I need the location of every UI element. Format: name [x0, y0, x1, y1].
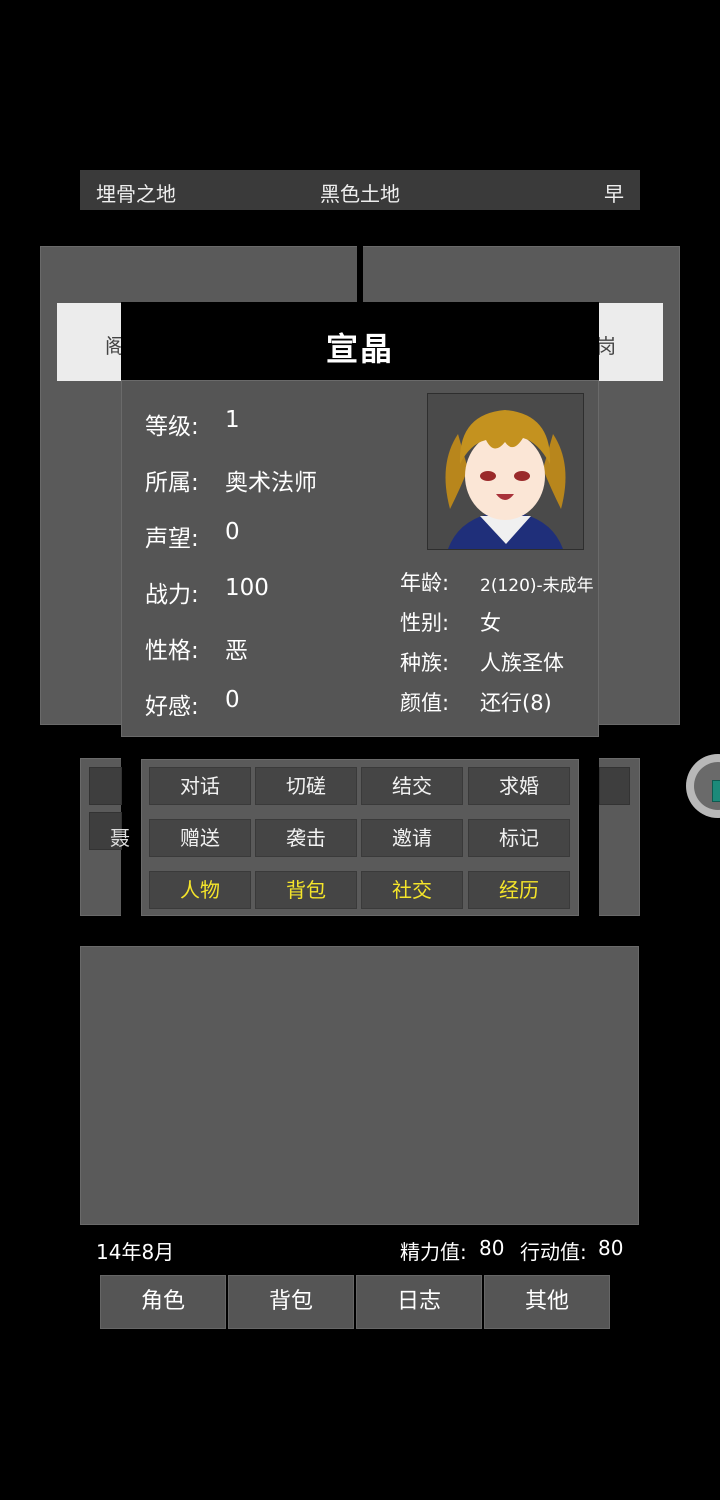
race-value: 人族圣体: [480, 651, 564, 675]
tab-backpack[interactable]: 背包: [255, 871, 357, 909]
nav-backpack-button[interactable]: 背包: [228, 1275, 354, 1329]
talk-button[interactable]: 对话: [149, 767, 251, 805]
looks-value: 还行(8): [480, 691, 552, 715]
character-name: 宣晶: [325, 330, 394, 368]
spar-button[interactable]: 切磋: [255, 767, 357, 805]
age-label: 年龄:: [400, 571, 450, 595]
background-tab-right-label: 岗: [596, 334, 616, 358]
energy-label: 精力值:: [400, 1240, 467, 1264]
favor-value: 0: [225, 687, 240, 713]
background-tab-left[interactable]: 阁: [57, 303, 127, 381]
personality-label: 性格:: [145, 638, 199, 664]
character-dialog-header: 宣晶: [121, 302, 599, 380]
tab-character[interactable]: 人物: [149, 871, 251, 909]
character-portrait: [427, 393, 584, 550]
mark-button[interactable]: 标记: [468, 819, 570, 857]
location-name: 埋骨之地: [96, 182, 176, 206]
faction-label: 所属:: [145, 470, 199, 496]
background-button-right-1[interactable]: [599, 767, 630, 805]
background-tab-right[interactable]: 岗: [595, 303, 663, 381]
gender-label: 性别:: [400, 611, 450, 635]
level-label: 等级:: [145, 414, 199, 440]
cube-icon: [712, 780, 720, 802]
terrain-name: 黑色土地: [320, 182, 400, 206]
message-log-area: [80, 946, 639, 1225]
portrait-image: [445, 410, 566, 549]
action-points-label: 行动值:: [520, 1240, 587, 1264]
befriend-button[interactable]: 结交: [361, 767, 463, 805]
age-value: 2(120)-未成年: [480, 576, 594, 596]
gender-value: 女: [480, 611, 501, 635]
nav-journal-button[interactable]: 日志: [356, 1275, 482, 1329]
personality-value: 恶: [225, 638, 248, 664]
floating-menu-inner: [694, 762, 720, 810]
tab-experience[interactable]: 经历: [468, 871, 570, 909]
power-value: 100: [225, 575, 269, 601]
nav-other-button[interactable]: 其他: [484, 1275, 610, 1329]
floating-menu-button[interactable]: [686, 754, 720, 818]
game-date: 14年8月: [96, 1240, 175, 1264]
action-grid: 对话 切磋 结交 求婚 赠送 袭击 邀请 标记 人物 背包 社交 经历: [141, 759, 579, 916]
attack-button[interactable]: 袭击: [255, 819, 357, 857]
faction-value: 奥术法师: [225, 470, 317, 496]
reputation-value: 0: [225, 519, 240, 545]
gift-button[interactable]: 赠送: [149, 819, 251, 857]
nav-character-button[interactable]: 角色: [100, 1275, 226, 1329]
tab-social[interactable]: 社交: [361, 871, 463, 909]
location-bar: 埋骨之地 黑色土地 早: [80, 170, 640, 210]
background-button-left-label: 聂: [110, 826, 130, 850]
time-of-day: 早: [604, 182, 624, 206]
invite-button[interactable]: 邀请: [361, 819, 463, 857]
energy-value: 80: [479, 1236, 505, 1260]
action-points-value: 80: [598, 1236, 624, 1260]
background-divider: [357, 246, 363, 302]
background-button-left-1[interactable]: [89, 767, 122, 805]
propose-button[interactable]: 求婚: [468, 767, 570, 805]
favor-label: 好感:: [145, 694, 199, 720]
power-label: 战力:: [145, 582, 199, 608]
looks-label: 颜值:: [400, 691, 450, 715]
character-dialog-body: 等级: 1 所属: 奥术法师 声望: 0 战力: 100 性格: 恶 好感: 0…: [121, 380, 599, 737]
race-label: 种族:: [400, 651, 450, 675]
level-value: 1: [225, 407, 240, 433]
reputation-label: 声望:: [145, 526, 199, 552]
